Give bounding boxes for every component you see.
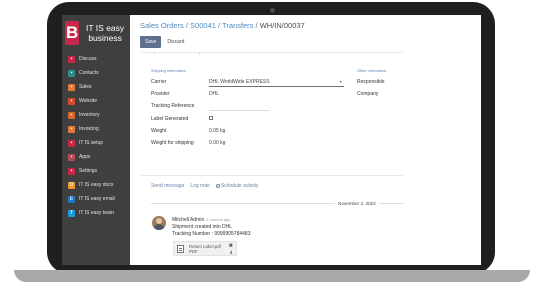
schedule-activity-button[interactable]: Schedule activity bbox=[215, 183, 259, 189]
chevron-down-icon[interactable]: ▼ bbox=[339, 80, 342, 84]
message-author[interactable]: Mitchell Admin bbox=[172, 217, 204, 223]
sidebar-item-label: Invoicing bbox=[79, 126, 99, 132]
label-generated-checkbox[interactable] bbox=[209, 116, 213, 120]
brand-logo: B bbox=[65, 21, 80, 45]
invoicing-icon: ▪ bbox=[68, 125, 75, 133]
avatar[interactable] bbox=[152, 216, 166, 230]
download-icon[interactable]: ⬇ bbox=[229, 250, 233, 256]
message-line-1: Shipment created into DHL bbox=[172, 224, 233, 230]
attachment-card[interactable]: Return Label.pdf PDF ✖ ⬇ bbox=[173, 241, 237, 256]
discuss-icon: ▪ bbox=[68, 55, 75, 63]
breadcrumb-order[interactable]: S00041 bbox=[190, 21, 216, 30]
app-screen: B IT IS easy business ▪ Discuss ▪ Contacts ▪… bbox=[62, 15, 481, 265]
laptop-base bbox=[14, 270, 530, 282]
carrier-field-underline bbox=[209, 86, 344, 87]
setup-icon: ▪ bbox=[68, 139, 75, 147]
carrier-label: Carrier bbox=[151, 79, 167, 85]
sidebar-item-label: Apps bbox=[79, 154, 91, 160]
toolbar: Save Discard bbox=[140, 36, 481, 48]
team-icon: T bbox=[68, 209, 75, 217]
responsible-label: Responsible bbox=[357, 79, 385, 85]
save-button[interactable]: Save bbox=[140, 36, 162, 48]
label-generated-label: Label Generated bbox=[151, 116, 189, 122]
log-note-button[interactable]: Log note bbox=[190, 183, 209, 189]
message-time: 4 months ago bbox=[206, 217, 231, 222]
provider-value: DHL bbox=[209, 91, 220, 97]
breadcrumb-sales-orders[interactable]: Sales Orders bbox=[140, 21, 184, 30]
sidebar-item-label: Discuss bbox=[79, 56, 97, 62]
contacts-icon: ▪ bbox=[68, 69, 75, 77]
clock-icon bbox=[215, 183, 220, 188]
weight-shipping-value: 0.00 kg bbox=[209, 140, 226, 146]
file-icon bbox=[177, 245, 184, 253]
sidebar-item-label: Contacts bbox=[79, 70, 99, 76]
company-label: Company bbox=[357, 91, 379, 97]
email-icon: E bbox=[68, 195, 75, 203]
main-content: Sales Orders / S00041 / Transfers / WH/I… bbox=[130, 15, 481, 265]
sidebar-item-label: IT IS setup bbox=[79, 140, 104, 146]
attachment-ext: PDF bbox=[189, 249, 198, 254]
sidebar-item-label: Settings bbox=[79, 168, 98, 174]
sidebar-item-it-is-easy-team[interactable]: T IT IS easy team bbox=[62, 206, 130, 220]
sidebar-item-apps[interactable]: ▪ Apps bbox=[62, 150, 130, 164]
webcam bbox=[270, 8, 275, 13]
sidebar-item-contacts[interactable]: ▪ Contacts bbox=[62, 66, 130, 80]
chatter-actions: Send message Log note Schedule activity bbox=[151, 183, 258, 189]
sidebar-item-label: Website bbox=[79, 98, 97, 104]
schedule-activity-label: Schedule activity bbox=[220, 183, 259, 189]
sidebar-menu: ▪ Discuss ▪ Contacts ▪ Sales ▪ Website ▪ Inventor… bbox=[62, 52, 130, 220]
carrier-field[interactable]: DHL WorldWide EXPRESS bbox=[209, 79, 270, 85]
message-author-line: Mitchell Admin 4 months ago bbox=[172, 217, 230, 223]
sidebar-item-label: IT IS easy team bbox=[79, 210, 114, 216]
sidebar-item-it-is-easy-docs[interactable]: D IT IS easy docs bbox=[62, 178, 130, 192]
sidebar-item-discuss[interactable]: ▪ Discuss bbox=[62, 52, 130, 66]
send-message-button[interactable]: Send message bbox=[151, 183, 184, 189]
website-icon: ▪ bbox=[68, 97, 75, 105]
brand-name: IT IS easy business bbox=[86, 23, 125, 43]
attachment-name-block: Return Label.pdf PDF bbox=[189, 244, 221, 254]
sidebar-item-invoicing[interactable]: ▪ Invoicing bbox=[62, 122, 130, 136]
breadcrumb-transfers[interactable]: Transfers bbox=[222, 21, 253, 30]
sidebar-item-website[interactable]: ▪ Website bbox=[62, 94, 130, 108]
close-icon[interactable]: ✖ bbox=[229, 243, 233, 249]
active-tab[interactable] bbox=[154, 52, 200, 55]
apps-icon: ▪ bbox=[68, 153, 75, 161]
docs-icon: D bbox=[68, 181, 75, 189]
tracking-field-underline bbox=[209, 110, 269, 111]
sales-icon: ▪ bbox=[68, 83, 75, 91]
date-separator: November 2, 2022 bbox=[335, 201, 379, 206]
message-line-2: Tracking Number : 9999905784483 bbox=[172, 231, 251, 237]
other-info-title: Other Information bbox=[357, 69, 387, 73]
weight-label: Weight bbox=[151, 128, 167, 134]
screenshot-stage: B IT IS easy business ▪ Discuss ▪ Contacts ▪… bbox=[0, 0, 544, 284]
sidebar: B IT IS easy business ▪ Discuss ▪ Contacts ▪… bbox=[62, 15, 130, 265]
inventory-icon: ▪ bbox=[68, 111, 75, 119]
tracking-reference-label: Tracking Reference bbox=[151, 103, 195, 109]
breadcrumb-current: WH/IN/00037 bbox=[259, 21, 305, 30]
sidebar-item-label: Sales bbox=[79, 84, 92, 90]
settings-icon: ▪ bbox=[68, 167, 75, 175]
sidebar-item-label: Inventory bbox=[79, 112, 100, 118]
sidebar-item-it-is-setup[interactable]: ▪ IT IS setup bbox=[62, 136, 130, 150]
weight-shipping-label: Weight for shipping bbox=[151, 140, 194, 146]
weight-value: 0.05 kg bbox=[209, 128, 226, 134]
provider-label: Provider bbox=[151, 91, 170, 97]
sidebar-item-it-is-easy-email[interactable]: E IT IS easy email bbox=[62, 192, 130, 206]
sidebar-item-label: IT IS easy docs bbox=[79, 182, 114, 188]
sidebar-item-settings[interactable]: ▪ Settings bbox=[62, 164, 130, 178]
sidebar-item-sales[interactable]: ▪ Sales bbox=[62, 80, 130, 94]
sidebar-item-inventory[interactable]: ▪ Inventory bbox=[62, 108, 130, 122]
discard-button[interactable]: Discard bbox=[167, 39, 184, 45]
sidebar-item-label: IT IS easy email bbox=[79, 196, 115, 202]
shipping-info-title: Shipping Information bbox=[151, 69, 186, 73]
breadcrumb: Sales Orders / S00041 / Transfers / WH/I… bbox=[140, 21, 481, 30]
brand[interactable]: B IT IS easy business bbox=[62, 15, 130, 52]
